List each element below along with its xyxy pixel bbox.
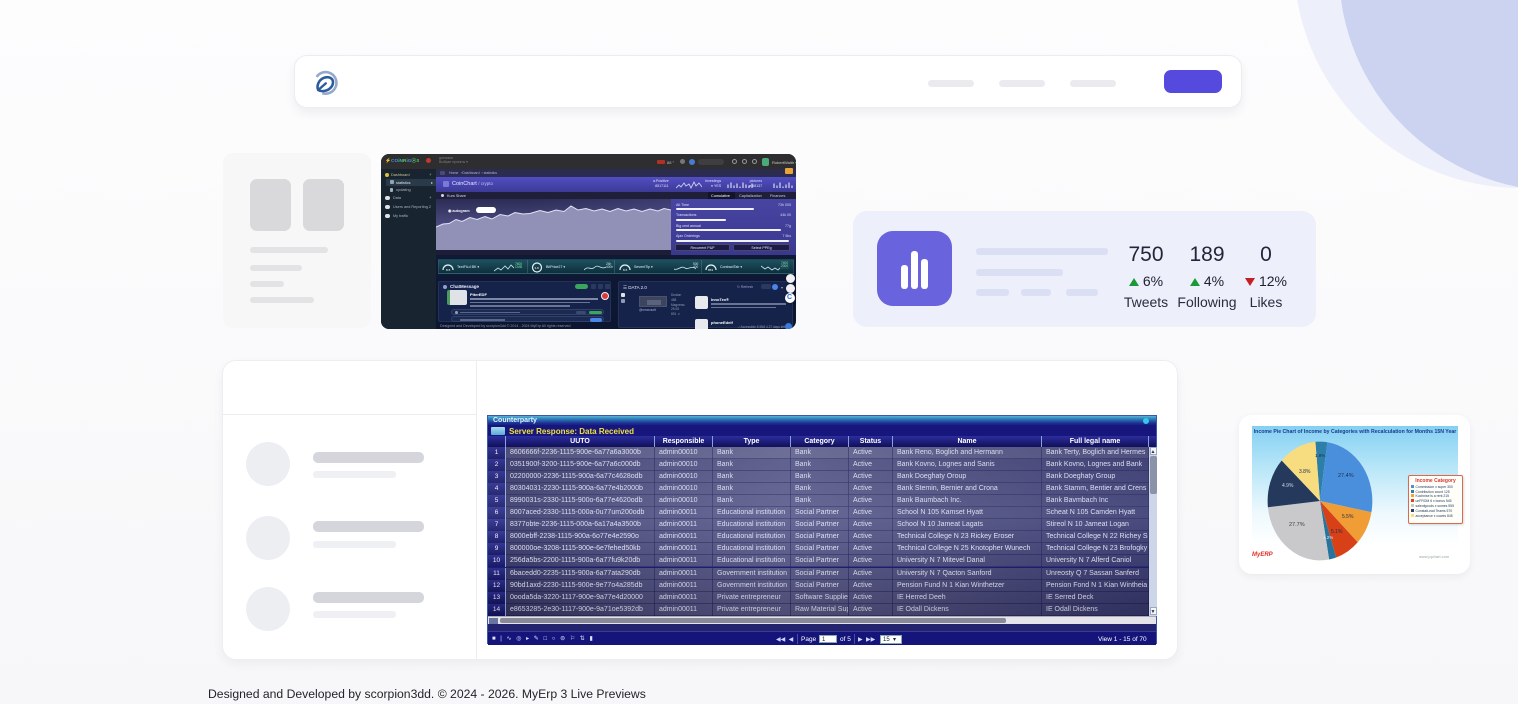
svg-text:3-8: 3-8 [535,266,540,270]
svg-text:3.8%: 3.8% [1299,469,1311,475]
svg-text:4.2%: 4.2% [1323,535,1333,540]
svg-text:27.7%: 27.7% [1289,522,1305,528]
svg-text:4.9%: 4.9% [1282,483,1294,489]
svg-text:853: 853 [708,268,713,272]
svg-text:8-5: 8-5 [446,268,451,272]
svg-text:5.5%: 5.5% [1342,514,1354,520]
svg-text:27.4%: 27.4% [1338,473,1354,479]
svg-text:1.8%: 1.8% [1315,453,1325,458]
svg-text:8-5: 8-5 [623,268,628,272]
